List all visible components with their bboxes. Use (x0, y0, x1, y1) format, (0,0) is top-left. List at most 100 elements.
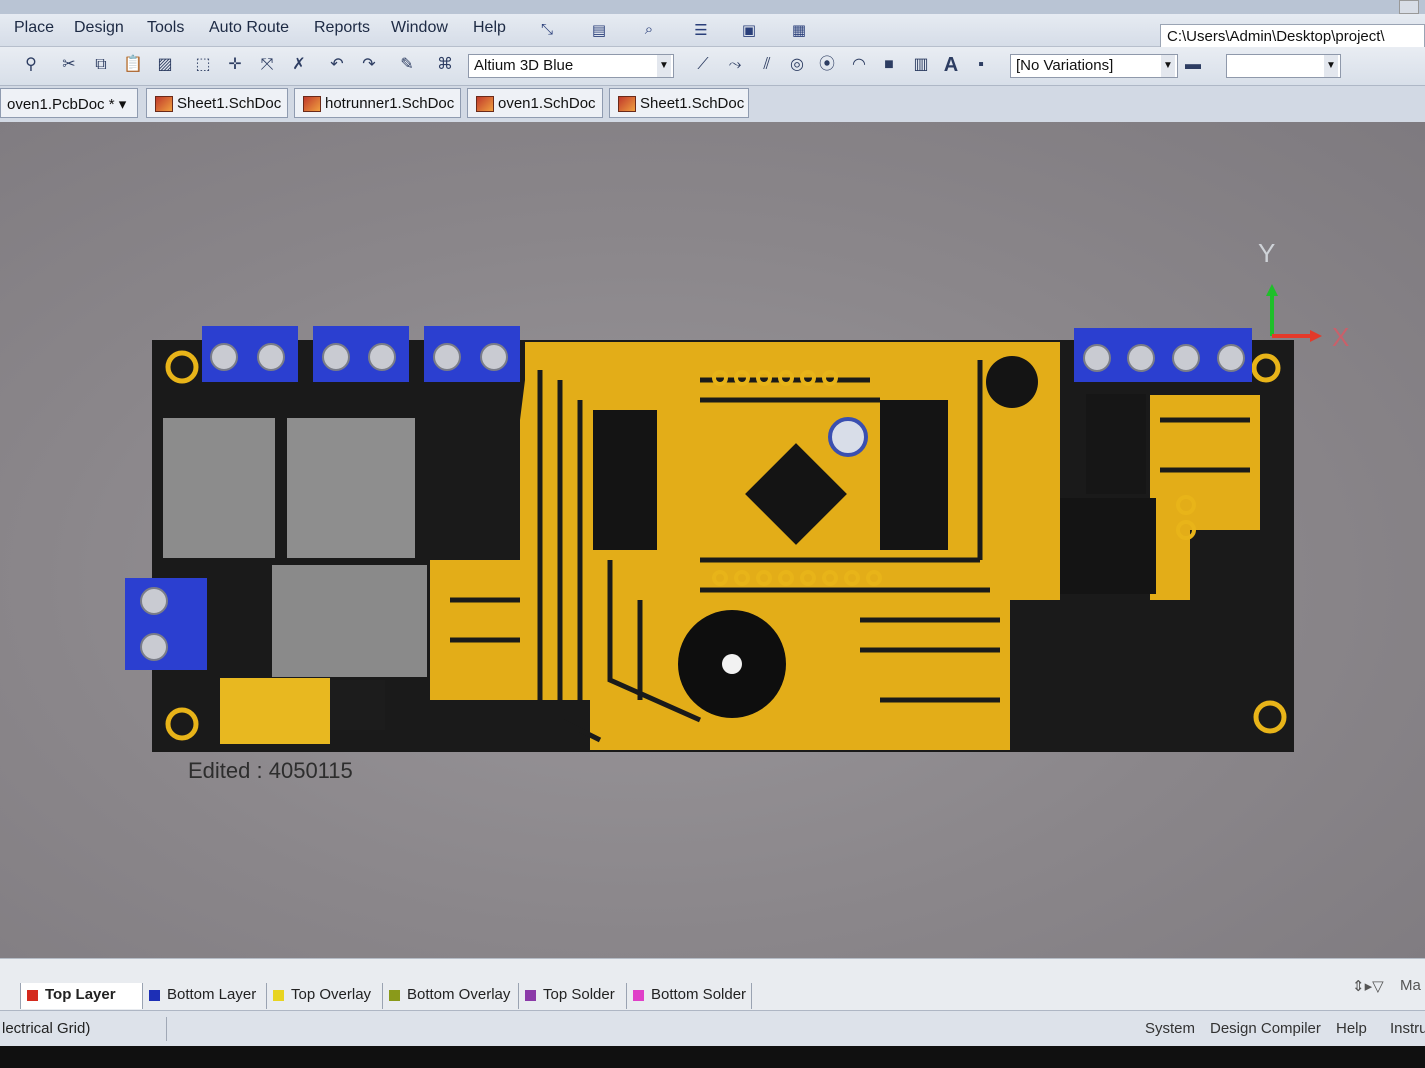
schematic-icon (155, 96, 173, 112)
layer-tab-top-solder[interactable]: Top Solder (518, 983, 626, 1009)
cut-icon[interactable]: ✂ (58, 54, 80, 76)
pad-icon[interactable]: ⦿ (816, 54, 838, 76)
menu-design[interactable]: Design (74, 19, 124, 37)
interactive-route-icon[interactable]: ⟋ (692, 54, 714, 76)
menu-place[interactable]: Place (14, 19, 54, 37)
route-icon[interactable]: ⤡ (536, 21, 558, 39)
capacitor-top (828, 417, 868, 457)
component-icon[interactable]: ▪ (970, 54, 992, 76)
relay-1 (163, 418, 275, 558)
camera-icon[interactable]: ▬ (1182, 54, 1204, 76)
fuse-holder (330, 680, 385, 730)
align-icon[interactable]: ▤ (588, 21, 610, 39)
edited-label: Edited : 4050115 (188, 758, 353, 784)
system-panel-button[interactable]: System (1145, 1020, 1195, 1037)
layer-tab-bottom-overlay[interactable]: Bottom Overlay (382, 983, 518, 1009)
layer-scroll-icon[interactable]: ⇕▸▽ (1352, 977, 1384, 995)
arc-icon[interactable]: ◠ (848, 54, 870, 76)
window-close-button[interactable] (1399, 0, 1419, 14)
tab-label: Sheet1.SchDoc (640, 95, 745, 112)
distribute-icon[interactable]: ☰ (690, 21, 712, 39)
tab-oven1-schdoc[interactable]: oven1.SchDoc (467, 88, 603, 118)
layer-color-swatch (525, 990, 536, 1001)
redo-icon[interactable]: ↷ (358, 54, 380, 76)
tab-sheet1-schdoc[interactable]: Sheet1.SchDoc (146, 88, 288, 118)
standard-toolbar: ⚲ ✂ ⧉ 📋 ▨ ⬚ ✛ ⤧ ✗ ↶ ↷ ✎ ⌘ Altium 3D Blue… (0, 47, 1425, 86)
menu-help[interactable]: Help (473, 19, 506, 37)
tab-hotrunner1-schdoc[interactable]: hotrunner1.SchDoc (294, 88, 461, 118)
layer-label: Top Solder (543, 986, 615, 1003)
multi-route-icon[interactable]: ⫽ (756, 54, 778, 76)
grid-icon[interactable]: ▦ (788, 21, 810, 39)
string-icon[interactable]: A (940, 54, 962, 76)
zoom-icon[interactable]: ⚲ (20, 54, 42, 76)
diff-pair-icon[interactable]: ⤳ (724, 54, 746, 76)
layer-color-swatch (27, 990, 38, 1001)
tab-label: Sheet1.SchDoc (177, 95, 282, 112)
relay-3 (272, 565, 427, 677)
layer-color-swatch (149, 990, 160, 1001)
schematic-icon (618, 96, 636, 112)
tab-oven1-pcbdoc[interactable]: oven1.PcbDoc * ▾ (0, 88, 138, 118)
ic-right (880, 400, 948, 550)
menu-reports[interactable]: Reports (314, 19, 370, 37)
chevron-down-icon: ▼ (1161, 55, 1175, 77)
schematic-icon (303, 96, 321, 112)
menu-auto-route[interactable]: Auto Route (209, 19, 289, 37)
to263-package (1086, 394, 1146, 494)
extra-select[interactable]: ▼ (1226, 54, 1341, 78)
highlight-icon[interactable]: ✎ (396, 54, 418, 76)
edited-caption: Edited : (188, 758, 263, 783)
layer-color-swatch (633, 990, 644, 1001)
tab-label: oven1.PcbDoc * (7, 96, 115, 113)
schematic-icon (476, 96, 494, 112)
help-panel-button[interactable]: Help (1336, 1020, 1367, 1037)
find-icon[interactable]: ⌕ (638, 21, 660, 39)
ic-left (593, 410, 657, 550)
layer-tab-top-layer[interactable]: Top Layer (20, 983, 142, 1009)
menu-tools[interactable]: Tools (147, 19, 184, 37)
layer-label: Bottom Layer (167, 986, 257, 1003)
layer-tab-top-overlay[interactable]: Top Overlay (266, 983, 382, 1009)
view-config-select[interactable]: Altium 3D Blue ▼ (468, 54, 674, 78)
via-icon[interactable]: ◎ (786, 54, 808, 76)
monitor-bezel (0, 1046, 1425, 1068)
variations-select[interactable]: [No Variations] ▼ (1010, 54, 1178, 78)
mask-level-label[interactable]: Ma (1400, 977, 1421, 994)
browse-icon[interactable]: ⌘ (434, 54, 456, 76)
select-area-icon[interactable]: ⬚ (192, 54, 214, 76)
relay-2 (287, 418, 415, 558)
status-bar: lectrical Grid) System Design Compiler H… (0, 1010, 1425, 1047)
dpak-regulator (1060, 498, 1156, 594)
polygon-icon[interactable]: ▥ (910, 54, 932, 76)
clear-icon[interactable]: ✗ (288, 54, 310, 76)
design-compiler-panel-button[interactable]: Design Compiler (1210, 1020, 1321, 1037)
pcb-3d-canvas[interactable]: Edited : 4050115 Y X (0, 122, 1425, 958)
rubber-stamp-icon[interactable]: ▨ (154, 54, 176, 76)
document-tabs: oven1.PcbDoc * ▾ Sheet1.SchDoc hotrunner… (0, 86, 1425, 123)
layer-color-swatch (273, 990, 284, 1001)
layer-label: Bottom Overlay (407, 986, 511, 1003)
tab-label: oven1.SchDoc (498, 95, 596, 112)
fill-icon[interactable]: ■ (878, 54, 900, 76)
menu-window[interactable]: Window (391, 19, 448, 37)
edited-value: 4050115 (268, 758, 353, 783)
deselect-icon[interactable]: ⤧ (256, 54, 278, 76)
y-axis-head (1266, 284, 1278, 296)
copy-icon[interactable]: ⧉ (90, 54, 112, 76)
layer-label: Top Overlay (291, 986, 372, 1003)
paste-icon[interactable]: 📋 (122, 54, 144, 76)
tab-sheet1-schdoc-2[interactable]: Sheet1.SchDoc (609, 88, 749, 118)
move-icon[interactable]: ✛ (224, 54, 246, 76)
view-config-value: Altium 3D Blue (474, 57, 574, 74)
layer-tab-bottom-solder[interactable]: Bottom Solder (626, 983, 752, 1009)
layer-color-swatch (389, 990, 400, 1001)
undo-icon[interactable]: ↶ (326, 54, 348, 76)
tab-label: hotrunner1.SchDoc (325, 95, 455, 112)
layer-tab-bottom-layer[interactable]: Bottom Layer (142, 983, 266, 1009)
axis-x-label: X (1332, 322, 1350, 352)
grid-status: lectrical Grid) (2, 1020, 91, 1037)
chevron-down-icon: ▼ (1324, 55, 1338, 77)
room-icon[interactable]: ▣ (738, 21, 760, 39)
instruments-panel-button[interactable]: Instru (1390, 1020, 1425, 1037)
